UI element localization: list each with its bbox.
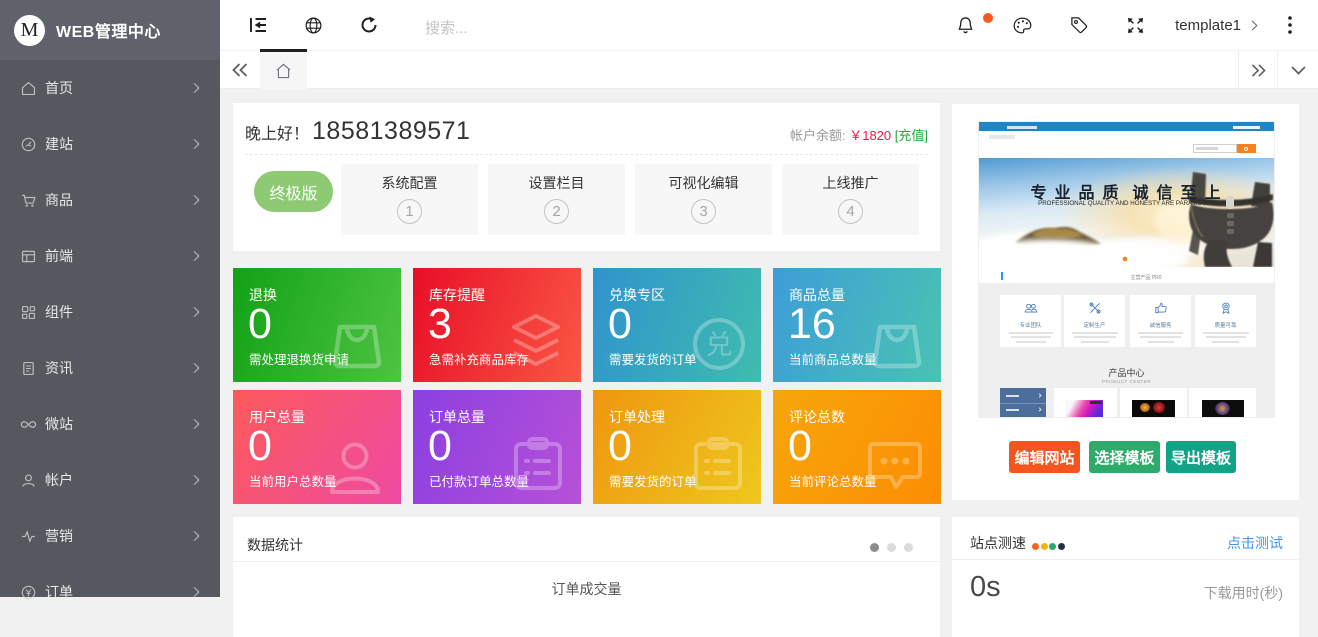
svg-text:兑: 兑 — [706, 330, 733, 360]
